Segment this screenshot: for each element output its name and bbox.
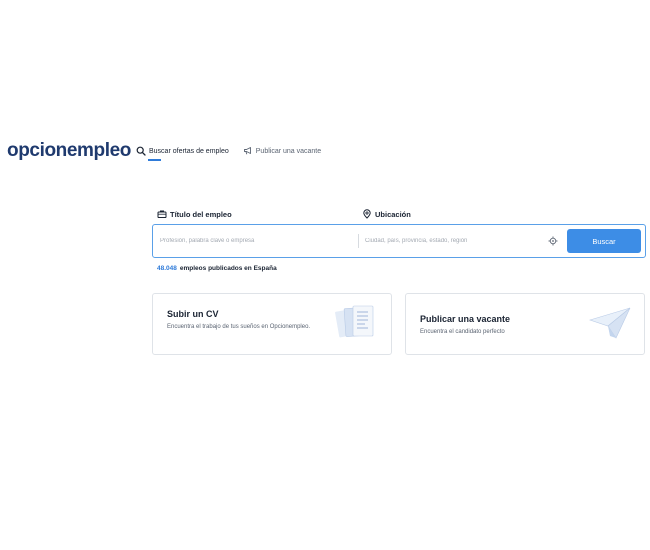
nav-publicar-vacante[interactable]: Publicar una vacante <box>243 146 321 156</box>
job-title-label-text: Título del empleo <box>170 209 232 219</box>
location-label-text: Ubicación <box>375 209 411 219</box>
jobs-count: 48.048 empleos publicados en España <box>157 265 277 272</box>
search-bar: Buscar <box>152 224 646 258</box>
upload-cv-card[interactable]: Subir un CV Encuentra el trabajo de tus … <box>152 293 392 355</box>
nav-buscar-ofertas[interactable]: Buscar ofertas de empleo <box>136 146 229 161</box>
card-title: Subir un CV <box>167 309 219 319</box>
card-description: Encuentra el candidato perfecto <box>420 329 505 335</box>
search-icon <box>136 146 146 156</box>
site-logo[interactable]: opcionempleo <box>7 140 131 162</box>
nav-label: Buscar ofertas de empleo <box>149 147 229 155</box>
search-divider <box>358 234 359 248</box>
location-pin-icon <box>362 209 372 219</box>
card-title: Publicar una vacante <box>420 314 511 324</box>
location-input[interactable] <box>365 225 543 257</box>
job-title-input[interactable] <box>160 225 350 257</box>
cv-documents-icon <box>333 304 381 344</box>
jobs-count-label: empleos publicados en España <box>179 265 277 272</box>
job-title-label: Título del empleo <box>157 209 232 219</box>
jobs-count-number: 48.048 <box>157 265 177 272</box>
search-button[interactable]: Buscar <box>567 229 641 253</box>
card-description: Encuentra el trabajo de tus sueños en Op… <box>167 324 311 330</box>
briefcase-icon <box>157 209 167 219</box>
crosshair-icon[interactable] <box>548 236 558 246</box>
location-label: Ubicación <box>362 209 411 219</box>
main-nav: Buscar ofertas de empleo Publicar una va… <box>136 146 335 161</box>
paper-plane-icon <box>586 304 634 344</box>
post-vacancy-card[interactable]: Publicar una vacante Encuentra el candid… <box>405 293 645 355</box>
nav-label: Publicar una vacante <box>255 147 322 155</box>
megaphone-icon <box>243 146 253 156</box>
